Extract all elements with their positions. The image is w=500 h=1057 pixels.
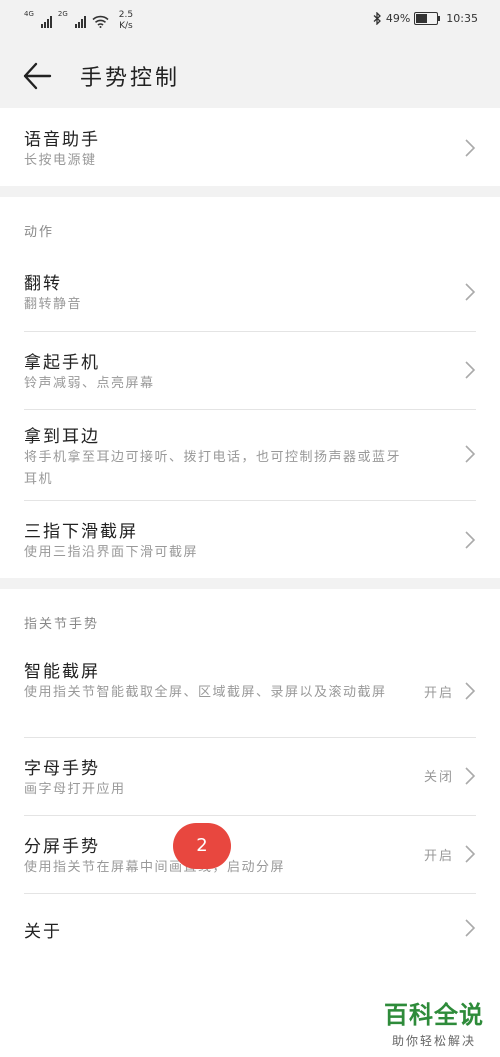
- chevron-right-icon: [465, 139, 476, 157]
- list-item-flip[interactable]: 翻转 翻转静音: [0, 253, 500, 331]
- item-title: 拿到耳边: [24, 427, 100, 447]
- item-subtitle: 画字母打开应用: [24, 782, 126, 797]
- list-item-split-screen-gesture[interactable]: 分屏手势 使用指关节在屏幕中间画直线，启动分屏 开启: [0, 816, 500, 893]
- item-title: 翻转: [24, 274, 62, 294]
- list-item-voice-assistant[interactable]: 语音助手 长按电源键: [0, 108, 500, 186]
- section-header-knuckle: 指关节手势: [24, 617, 100, 632]
- item-title: 拿起手机: [24, 353, 100, 373]
- network-type-1: 4G: [24, 10, 34, 18]
- watermark-subtitle: 助你轻松解决: [391, 1034, 476, 1048]
- watermark: 百科全说 助你轻松解决: [384, 995, 484, 1049]
- chevron-right-icon: [465, 845, 476, 863]
- list-item-letter-gesture[interactable]: 字母手势 画字母打开应用 关闭: [0, 738, 500, 815]
- status-right: 49% 10:35: [373, 12, 478, 25]
- battery-icon: [414, 12, 441, 25]
- status-left: 4G 2G 2.5 K/s: [24, 10, 133, 32]
- wifi-icon: [92, 15, 109, 28]
- item-title: 关于: [24, 922, 62, 942]
- item-title: 字母手势: [24, 759, 100, 779]
- actions-group: 动作 翻转 翻转静音 拿起手机 铃声减弱、点亮屏幕 拿到耳边 将手机拿至耳边可接…: [0, 197, 500, 578]
- chevron-right-icon: [465, 682, 476, 700]
- list-item-pick-up-phone[interactable]: 拿起手机 铃声减弱、点亮屏幕: [0, 332, 500, 409]
- item-status: 开启: [423, 849, 454, 864]
- chevron-right-icon: [465, 283, 476, 301]
- item-title: 分屏手势: [24, 837, 100, 857]
- battery-fill: [416, 14, 428, 23]
- item-subtitle: 使用三指沿界面下滑可截屏: [24, 545, 199, 560]
- battery-percent: 49%: [385, 12, 411, 25]
- net-speed-unit: K/s: [119, 21, 133, 31]
- chevron-right-icon: [465, 767, 476, 785]
- item-subtitle: 使用指关节智能截取全屏、区域截屏、录屏以及滚动截屏: [24, 685, 387, 700]
- chevron-right-icon: [465, 361, 476, 379]
- chevron-right-icon: [465, 531, 476, 549]
- back-arrow-icon[interactable]: [22, 62, 52, 90]
- section-header-actions: 动作: [24, 225, 55, 240]
- watermark-title: 百科全说: [384, 1001, 484, 1029]
- bluetooth-icon: [373, 12, 381, 25]
- item-title: 智能截屏: [24, 662, 100, 682]
- chevron-right-icon: [465, 445, 476, 463]
- item-title: 三指下滑截屏: [24, 522, 138, 542]
- step-marker: 2: [173, 823, 231, 869]
- network-type-2: 2G: [57, 10, 68, 18]
- signal-icon: [74, 15, 86, 28]
- knuckle-group: 指关节手势 智能截屏 使用指关节智能截取全屏、区域截屏、录屏以及滚动截屏 开启 …: [0, 589, 500, 1057]
- net-speed: 2.5 K/s: [119, 10, 133, 32]
- status-bar: 4G 2G 2.5 K/s 49% 10:35: [0, 0, 500, 44]
- item-subtitle: 将手机拿至耳边可接听、拨打电话，也可控制扬声器或蓝牙耳机: [24, 450, 402, 487]
- item-status: 开启: [423, 686, 454, 701]
- item-title: 语音助手: [24, 130, 100, 150]
- list-item-smart-screenshot[interactable]: 智能截屏 使用指关节智能截取全屏、区域截屏、录屏以及滚动截屏 开启: [0, 645, 500, 737]
- item-subtitle: 长按电源键: [24, 153, 97, 168]
- list-item-about[interactable]: 关于: [0, 894, 500, 962]
- clock: 10:35: [446, 12, 478, 25]
- title-bar: 手势控制: [0, 44, 500, 108]
- chevron-right-icon: [465, 919, 476, 937]
- list-item-three-finger-screenshot[interactable]: 三指下滑截屏 使用三指沿界面下滑可截屏: [0, 501, 500, 578]
- item-subtitle: 翻转静音: [24, 297, 83, 312]
- item-status: 关闭: [423, 770, 454, 785]
- page-title: 手势控制: [80, 66, 181, 91]
- signal-icon: [40, 15, 52, 28]
- voice-group: 语音助手 长按电源键: [0, 108, 500, 186]
- net-speed-value: 2.5: [118, 10, 134, 20]
- list-item-raise-to-ear[interactable]: 拿到耳边 将手机拿至耳边可接听、拨打电话，也可控制扬声器或蓝牙耳机: [0, 410, 500, 500]
- item-subtitle: 铃声减弱、点亮屏幕: [24, 376, 155, 391]
